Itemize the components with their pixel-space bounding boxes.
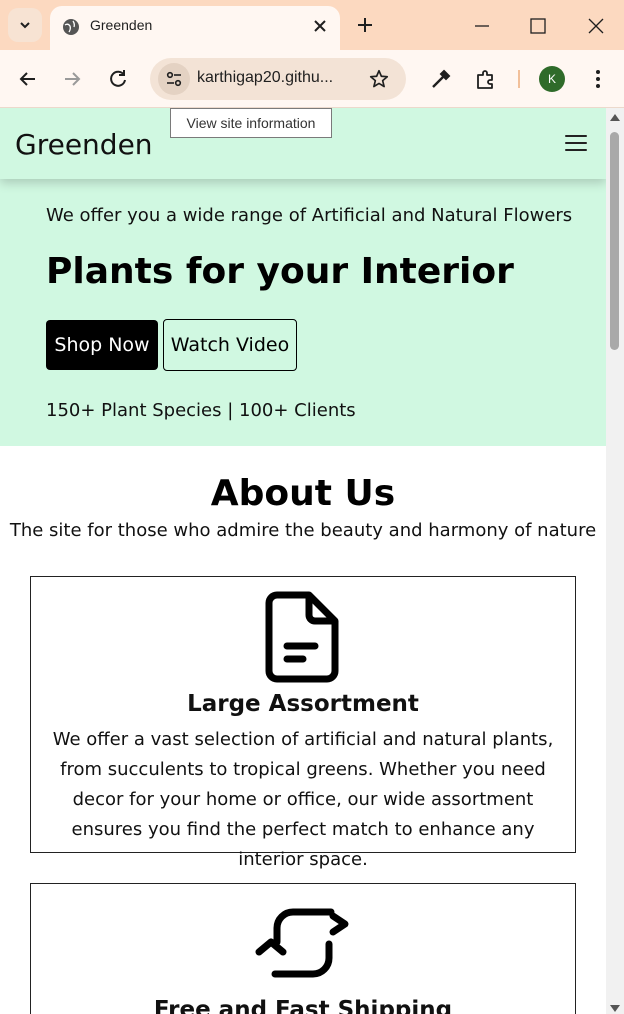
profile-avatar[interactable]: K xyxy=(539,66,565,92)
extensions-icon[interactable] xyxy=(474,67,498,91)
maximize-icon[interactable] xyxy=(528,16,548,36)
toolbar-separator xyxy=(518,70,520,88)
scrollbar-thumb[interactable] xyxy=(610,132,619,350)
feature-card-title: Free and Fast Shipping xyxy=(153,997,453,1014)
feature-card: Large Assortment We offer a vast selecti… xyxy=(30,576,576,870)
watch-video-button[interactable]: Watch Video xyxy=(163,319,297,371)
about-title: About Us xyxy=(210,473,396,514)
browser-tab[interactable]: Greenden xyxy=(50,6,340,50)
hamburger-icon[interactable] xyxy=(565,135,587,153)
scroll-up-arrow-icon[interactable] xyxy=(610,114,620,121)
hero-section: We offer you a wide range of Artificial … xyxy=(0,179,606,446)
site-info-tooltip: View site information xyxy=(170,108,332,138)
close-window-icon[interactable] xyxy=(586,16,606,36)
hero-subtitle: We offer you a wide range of Artificial … xyxy=(46,205,573,226)
site-brand[interactable]: Greenden xyxy=(15,128,153,161)
hero-stats: 150+ Plant Species | 100+ Clients xyxy=(46,400,356,421)
globe-icon xyxy=(63,19,79,35)
minimize-icon[interactable] xyxy=(472,16,492,36)
feature-card-title: Large Assortment xyxy=(187,691,419,717)
repeat-arrows-icon xyxy=(255,908,349,978)
back-arrow-icon[interactable] xyxy=(16,67,40,91)
scroll-down-arrow-icon[interactable] xyxy=(610,1005,620,1012)
eyedropper-icon[interactable] xyxy=(429,67,453,91)
site-info-button[interactable] xyxy=(158,63,190,95)
tab-search-button[interactable] xyxy=(8,8,42,42)
hero-title: Plants for your Interior xyxy=(46,251,514,292)
page-scrollbar[interactable] xyxy=(606,108,624,1014)
about-subtitle: The site for those who admire the beauty… xyxy=(9,520,597,541)
menu-dots-icon[interactable] xyxy=(588,67,608,91)
forward-arrow-icon[interactable] xyxy=(60,67,84,91)
feature-card: Free and Fast Shipping xyxy=(30,883,576,1014)
tune-icon xyxy=(166,71,182,87)
close-tab-icon[interactable] xyxy=(310,16,330,36)
document-icon xyxy=(265,591,339,683)
reload-icon[interactable] xyxy=(106,67,130,91)
shop-now-button[interactable]: Shop Now xyxy=(46,320,158,370)
tab-title: Greenden xyxy=(90,17,153,33)
page-viewport: Greenden We offer you a wide range of Ar… xyxy=(0,108,606,1014)
bookmark-star-icon[interactable] xyxy=(368,68,390,90)
new-tab-icon[interactable] xyxy=(354,14,376,36)
chevron-down-icon xyxy=(20,22,30,29)
url-text[interactable]: karthigap20.githu... xyxy=(197,69,333,87)
address-bar[interactable]: karthigap20.githu... xyxy=(150,58,406,100)
browser-toolbar: karthigap20.githu... K xyxy=(0,50,624,108)
browser-tab-bar: Greenden xyxy=(0,0,624,50)
feature-card-text: We offer a vast selection of artificial … xyxy=(52,729,554,870)
